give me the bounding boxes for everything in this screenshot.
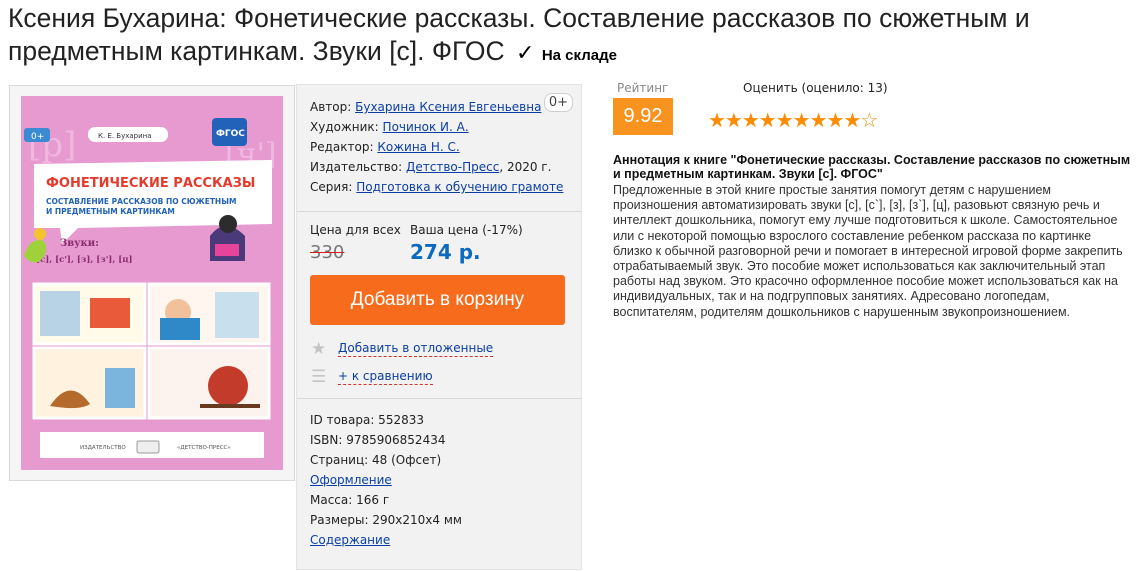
publisher-link[interactable]: Детство-Пресс (406, 160, 499, 174)
price-your-label: Ваша цена (-17%) (410, 223, 523, 237)
add-to-wishlist-button[interactable]: ★ Добавить в отложенные (311, 339, 494, 359)
rate-label: Оценить (оценило: 13) (743, 81, 888, 95)
cover-sounds: [с], [с'], [з], [з'], [ц] (36, 255, 133, 265)
list-icon: ☰ (311, 367, 327, 387)
rating-value: 9.92 (613, 98, 673, 135)
cover-author: К. Е. Бухарина (98, 132, 152, 140)
series-label: Серия: (310, 180, 353, 194)
design-row: Оформление (297, 470, 581, 490)
cover-publisher-right: «ДЕТСТВО-ПРЕСС» (177, 445, 231, 451)
editor-row: Редактор: Кожина Н. С. (297, 137, 581, 157)
stock-status: На складе (541, 47, 617, 64)
rating-stars[interactable]: ★★★★★★★★★☆ (708, 108, 878, 132)
annotation-heading: Аннотация к книге "Фонетические рассказы… (613, 153, 1131, 181)
cover-subtitle-1: СОСТАВЛЕНИЕ РАССКАЗОВ ПО СЮЖЕТНЫМ (46, 197, 236, 206)
editor-label: Редактор: (310, 140, 374, 154)
cover-title: ФОНЕТИЧЕСКИЕ РАССКАЗЫ (46, 176, 255, 191)
cover-badge: ФГОС (216, 129, 245, 139)
book-cover-image[interactable]: [р] [ч'] 0+ К. Е. Бухарина ФГОС ФОНЕТИЧЕ… (9, 85, 295, 481)
new-price: 274 р. (410, 240, 481, 264)
add-to-compare-button[interactable]: ☰ + к сравнению (311, 367, 433, 387)
series-row: Серия: Подготовка к обучению грамоте (297, 177, 581, 197)
publisher-label: Издательство: (310, 160, 403, 174)
cover-age: 0+ (31, 132, 44, 142)
compare-link[interactable]: + к сравнению (338, 369, 433, 385)
old-price: 330 (310, 242, 345, 263)
product-info-panel: 0+ Автор: Бухарина Ксения Евгеньевна Худ… (296, 84, 582, 570)
artist-row: Художник: Починок И. А. (297, 117, 581, 137)
author-row: Автор: Бухарина Ксения Евгеньевна (297, 97, 581, 117)
author-link[interactable]: Бухарина Ксения Евгеньевна (355, 100, 541, 114)
spec-list: ID товара: 552833 ISBN: 9785906852434 Ст… (297, 410, 581, 550)
spec-isbn: ISBN: 9785906852434 (310, 433, 446, 447)
spec-size: Размеры: 290x210x4 мм (310, 513, 462, 527)
check-icon: ✓ (516, 40, 535, 65)
design-link[interactable]: Оформление (310, 473, 392, 487)
contents-link[interactable]: Содержание (310, 533, 390, 547)
product-title: Ксения Бухарина: Фонетические рассказы. … (8, 2, 1133, 72)
spec-pages: Страниц: 48 (Офсет) (310, 453, 442, 467)
publisher-row: Издательство: Детство-Пресс, 2020 г. (297, 157, 581, 177)
editor-link[interactable]: Кожина Н. С. (377, 140, 459, 154)
spec-id: ID товара: 552833 (310, 413, 424, 427)
cover-sounds-label: Звуки: (60, 238, 99, 249)
rating-label: Рейтинг (617, 81, 669, 95)
author-label: Автор: (310, 100, 352, 114)
artist-label: Художник: (310, 120, 379, 134)
series-link[interactable]: Подготовка к обучению грамоте (356, 180, 563, 194)
publish-year: , 2020 г. (499, 160, 552, 174)
star-icon: ★ (311, 339, 327, 359)
add-to-cart-button[interactable]: Добавить в корзину (310, 275, 565, 325)
cover-subtitle-2: И ПРЕДМЕТНЫМ КАРТИНКАМ (46, 207, 175, 216)
wishlist-link[interactable]: Добавить в отложенные (338, 341, 494, 357)
artist-link[interactable]: Починок И. А. (383, 120, 469, 134)
spec-weight: Масса: 166 г (310, 493, 390, 507)
book-details: Автор: Бухарина Ксения Евгеньевна Художн… (297, 97, 581, 197)
stars-filled[interactable]: ★★★★★★★★★ (708, 108, 861, 132)
star-empty-icon[interactable]: ☆ (860, 108, 878, 132)
contents-row: Содержание (297, 530, 581, 550)
divider (297, 211, 581, 212)
price-all-label: Цена для всех (310, 223, 401, 237)
annotation-body: Предложенные в этой книге простые заняти… (613, 183, 1123, 319)
cover-publisher-left: ИЗДАТЕЛЬСТВО (80, 445, 126, 451)
divider (297, 398, 581, 399)
